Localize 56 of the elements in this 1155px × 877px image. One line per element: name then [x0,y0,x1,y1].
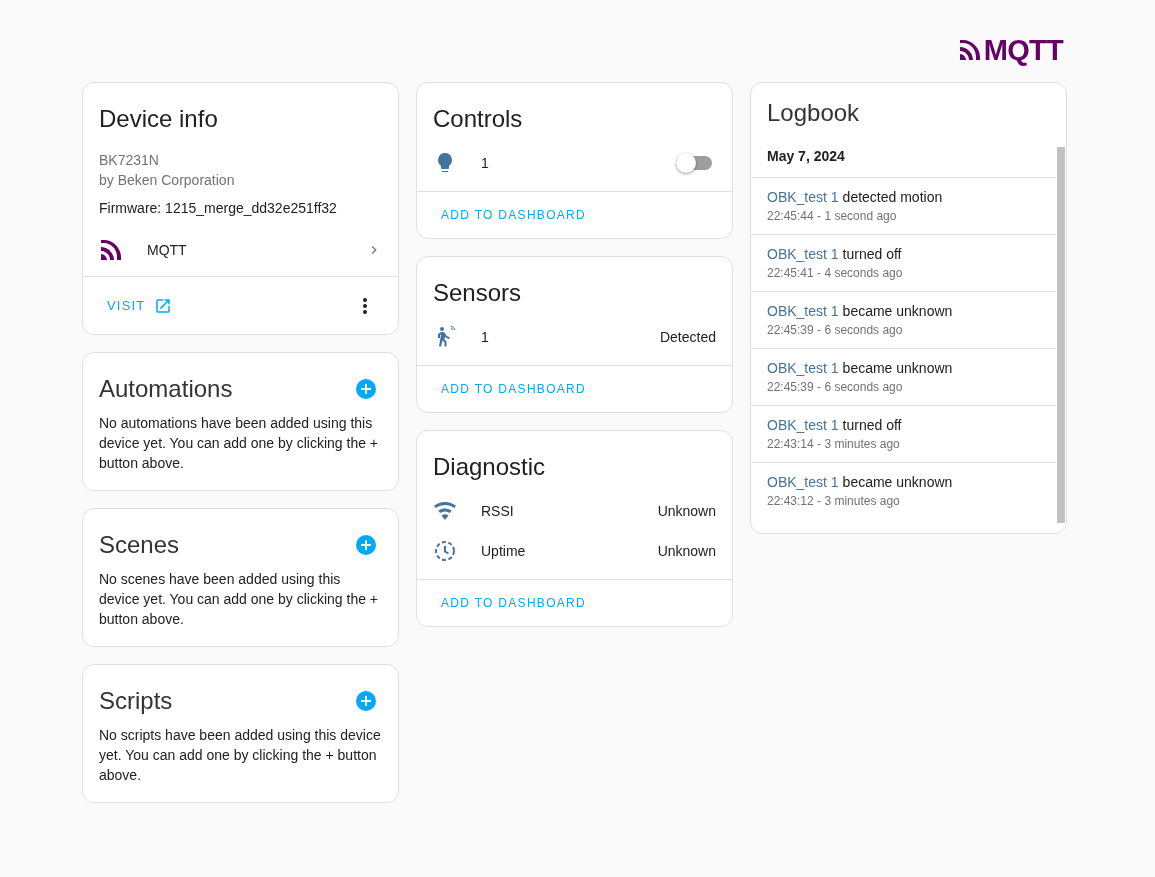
entity-link[interactable]: OBK_test 1 [767,301,839,321]
mqtt-icon [99,238,123,262]
card-title: Scripts [99,686,173,716]
event-time: 22:45:41 - 4 seconds ago [767,265,904,282]
entity-name: Uptime [481,541,527,561]
logo-text: MQTT [983,35,1063,65]
add-icon[interactable] [356,379,376,399]
empty-message: No automations have been added using this device yet. You can add one by clicking the + button above. [98,414,380,473]
add-to-dashboard-button[interactable]: ADD TO DASHBOARD [433,588,595,618]
empty-message: No scripts have been added using this device yet. You can add one by clicking the + button above. [98,726,382,785]
add-to-dashboard-button[interactable]: ADD TO DASHBOARD [433,200,595,230]
entity-state: Unknown [657,541,716,561]
card-title: Automations [99,374,233,404]
event-text: became unknown [842,302,953,321]
entity-name: 1 [481,153,490,173]
entity-link[interactable]: OBK_test 1 [767,187,839,207]
card-title: Sensors [432,278,523,308]
integration-item[interactable]: MQTT [83,226,398,274]
event-time: 22:43:14 - 3 minutes ago [767,436,901,453]
more-options-icon[interactable] [362,296,368,315]
visit-link[interactable]: VISIT [99,289,180,322]
entity-name: 1 [481,327,490,347]
date-heading: May 7, 2024 [751,141,1056,178]
card-title: Logbook [766,98,861,128]
entity-state: Unknown [657,501,716,521]
entity-link[interactable]: OBK_test 1 [767,244,839,264]
event-text: detected motion [842,188,943,207]
entity-link[interactable]: OBK_test 1 [767,358,839,378]
mqtt-logo-icon [957,38,982,62]
integration-name: MQTT [147,240,188,260]
entity-link[interactable]: OBK_test 1 [767,472,839,492]
event-time: 22:43:12 - 3 minutes ago [767,493,901,510]
manufacturer-text: by Beken Corporation [99,171,236,190]
entity-name: RSSI [481,501,515,521]
card-title: Controls [432,104,524,134]
event-time: 22:45:39 - 6 seconds ago [767,379,904,396]
firmware-text: Firmware: 1215_merge_dd32e251ff32 [99,199,338,218]
model-text: BK7231N [99,151,160,170]
event-time: 22:45:44 - 1 second ago [767,208,898,225]
toggle-switch[interactable] [676,156,712,170]
event-text: became unknown [842,359,953,378]
entity-state: Detected [659,327,716,347]
event-text: turned off [842,416,902,435]
event-text: turned off [842,245,902,264]
clock-icon [433,539,457,563]
empty-message: No scenes have been added using this device yet. You can add one by clicking the + button above. [98,570,380,629]
add-to-dashboard-button[interactable]: ADD TO DASHBOARD [433,374,595,404]
card-title: Scenes [99,530,180,560]
external-link-icon [153,296,172,315]
event-text: became unknown [842,473,953,492]
add-icon[interactable] [356,535,376,555]
card-title: Device info [99,104,219,134]
add-icon[interactable] [356,691,376,711]
event-time: 22:45:39 - 6 seconds ago [767,322,904,339]
card-title: Diagnostic [432,452,547,482]
entity-link[interactable]: OBK_test 1 [767,415,839,435]
